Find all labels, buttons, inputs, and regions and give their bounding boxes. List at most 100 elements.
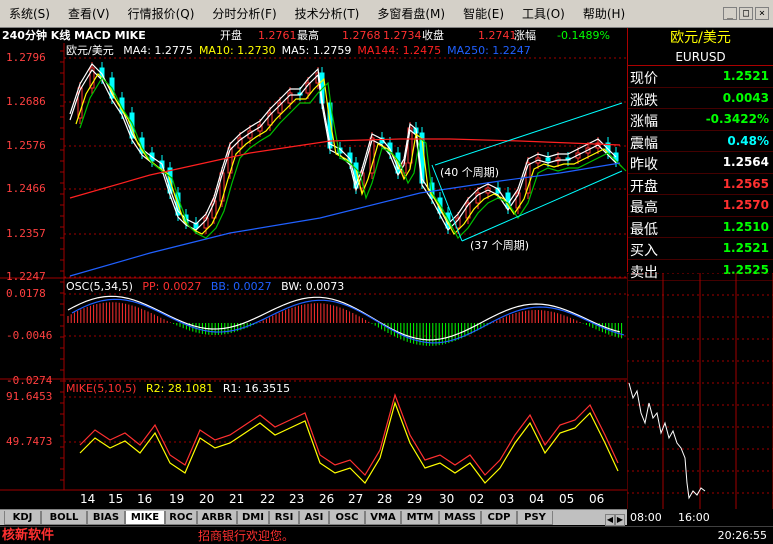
- quote-label: 开盘: [630, 178, 658, 195]
- osc-legend: OSC(5,34,5) PP: 0.0027 BB: 0.0027 BW: 0.…: [66, 280, 350, 293]
- tab-scroll: ◀ ▶: [605, 511, 625, 526]
- open-value: 1.2761: [258, 29, 297, 42]
- quote-row: 最低 1.2510: [628, 217, 773, 238]
- close-value: 1.2734: [383, 29, 422, 42]
- indicator-tabs: KDJ BOLL BIAS MIKE ROC ARBR DMI RSI ASI OSC VMA MTM…: [0, 509, 627, 525]
- tab-vma[interactable]: VMA: [365, 511, 401, 525]
- quote-row: 开盘 1.2565: [628, 174, 773, 195]
- ma-legend: MA4: 1.2775 MA10: 1.2730 MA5: 1.2759 MA144:…: [123, 44, 537, 57]
- tab-psy[interactable]: PSY: [517, 511, 553, 525]
- minimize-button[interactable]: _: [723, 7, 737, 20]
- date-label: 30: [439, 492, 455, 506]
- maximize-button[interactable]: □: [739, 7, 753, 20]
- price-info-bar: 240分钟 K线 MACD MIKE 开盘 1.2761 最高 1.2768 收…: [0, 28, 627, 43]
- menu-item-7[interactable]: 工具(O): [513, 0, 574, 28]
- change-label: 涨幅: [514, 29, 536, 42]
- high-value: 1.2768: [342, 29, 381, 42]
- candle-body: [545, 157, 551, 162]
- annotation-37-periods: (37 个周期): [470, 239, 530, 252]
- menu-item-2[interactable]: 行情报价(Q): [119, 0, 204, 28]
- quote-label: 涨幅: [630, 114, 658, 130]
- tab-mass[interactable]: MASS: [439, 511, 481, 525]
- quote-row: 最高 1.2570: [628, 195, 773, 217]
- quote-code: EURUSD: [628, 48, 773, 66]
- menu-item-0[interactable]: 系统(S): [0, 0, 59, 28]
- main-legend: 欧元/美元 MA4: 1.2775 MA10: 1.2730 MA5: 1.2759…: [66, 44, 543, 57]
- y-tick-label: 1.2686: [6, 95, 46, 108]
- date-label: 14: [80, 492, 96, 506]
- osc-bw: BW: 0.0073: [281, 280, 345, 293]
- y-tick-label: 1.2576: [6, 139, 46, 152]
- quote-value: 0.48%: [727, 133, 769, 148]
- mike-title: MIKE(5,10,5): [66, 382, 137, 395]
- low-value: 1.2741: [478, 29, 517, 42]
- tab-bias[interactable]: BIAS: [87, 511, 125, 525]
- status-bar: 核新软件 招商银行欢迎您。 20:26:55: [0, 526, 773, 544]
- menu-item-5[interactable]: 多窗看盘(M): [368, 0, 454, 28]
- osc-pp: PP: 0.0027: [142, 280, 202, 293]
- mini-time-start: 08:00: [630, 511, 662, 524]
- tab-kdj[interactable]: KDJ: [4, 511, 41, 525]
- menu-item-8[interactable]: 帮助(H): [574, 0, 634, 28]
- menu-items: 系统(S) 查看(V) 行情报价(Q) 分时分析(F) 技术分析(T) 多窗看盘(M) 智能…: [0, 0, 634, 28]
- tab-roc[interactable]: ROC: [165, 511, 197, 525]
- y-tick-label: -0.0046: [6, 329, 53, 342]
- menu-item-4[interactable]: 技术分析(T): [286, 0, 369, 28]
- quote-value: 1.2521: [722, 69, 769, 83]
- tab-boll[interactable]: BOLL: [41, 511, 87, 525]
- quote-value: 1.2521: [722, 241, 769, 255]
- quote-row: 涨跌 0.0043: [628, 88, 773, 109]
- mike-r1: R1: 16.3515: [222, 382, 291, 395]
- ma-legend-item: MA4: 1.2775: [123, 44, 193, 57]
- date-label: 21: [229, 492, 245, 506]
- mini-time-end: 16:00: [678, 511, 710, 524]
- quote-value: 1.2570: [722, 198, 769, 212]
- date-label: 05: [559, 492, 575, 506]
- chart-title: 240分钟 K线 MACD MIKE: [2, 29, 146, 42]
- ma250-line: [69, 162, 621, 277]
- quote-label: 震幅: [630, 135, 658, 152]
- menu-item-3[interactable]: 分时分析(F): [203, 0, 285, 28]
- quote-name: 欧元/美元: [670, 30, 731, 46]
- quote-label: 买入: [630, 243, 658, 259]
- tab-mike[interactable]: MIKE: [125, 511, 165, 525]
- quote-label: 最高: [630, 200, 658, 216]
- menu-item-1[interactable]: 查看(V): [59, 0, 119, 28]
- tab-rsi[interactable]: RSI: [269, 511, 299, 525]
- date-label: 03: [499, 492, 515, 506]
- quote-value: 1.2565: [722, 176, 769, 191]
- close-button[interactable]: ×: [755, 7, 769, 20]
- tab-dmi[interactable]: DMI: [237, 511, 269, 525]
- status-message: 招商银行欢迎您。: [198, 529, 295, 543]
- quote-panel: 欧元/美元 EURUSD 现价 1.2521 涨跌 0.0043 涨幅 -0.3422% 震…: [627, 28, 773, 281]
- quote-row: 涨幅 -0.3422%: [628, 109, 773, 131]
- tab-cdp[interactable]: CDP: [481, 511, 517, 525]
- chart-area[interactable]: [0, 43, 627, 509]
- brand-logo: 核新软件: [2, 528, 55, 543]
- date-label: 19: [169, 492, 185, 506]
- osc-bb: BB: 0.0027: [210, 280, 272, 293]
- channel-line: [434, 102, 623, 166]
- tab-osc[interactable]: OSC: [329, 511, 365, 525]
- scroll-right-icon[interactable]: ▶: [615, 514, 625, 526]
- date-label: 29: [407, 492, 423, 506]
- quote-row: 买入 1.2521: [628, 238, 773, 260]
- y-tick-label: 1.2247: [6, 270, 46, 283]
- intraday-mini-chart: [627, 273, 773, 509]
- quote-row: 现价 1.2521: [628, 66, 773, 88]
- date-label: 15: [108, 492, 124, 506]
- date-label: 04: [529, 492, 545, 506]
- tab-mtm[interactable]: MTM: [401, 511, 439, 525]
- y-tick-label: 1.2357: [6, 227, 46, 240]
- scroll-left-icon[interactable]: ◀: [605, 514, 615, 526]
- menu-item-6[interactable]: 智能(E): [454, 0, 513, 28]
- y-tick-label: 0.0178: [6, 287, 46, 300]
- y-tick-label: 49.7473: [6, 435, 53, 448]
- tab-arbr[interactable]: ARBR: [197, 511, 237, 525]
- tab-asi[interactable]: ASI: [299, 511, 329, 525]
- y-tick-label: -0.0274: [6, 374, 53, 387]
- instrument-name: 欧元/美元: [66, 44, 114, 57]
- ma-legend-item: MA10: 1.2730: [198, 44, 276, 57]
- annotation-40-periods: (40 个周期): [440, 166, 500, 179]
- date-label: 23: [289, 492, 305, 506]
